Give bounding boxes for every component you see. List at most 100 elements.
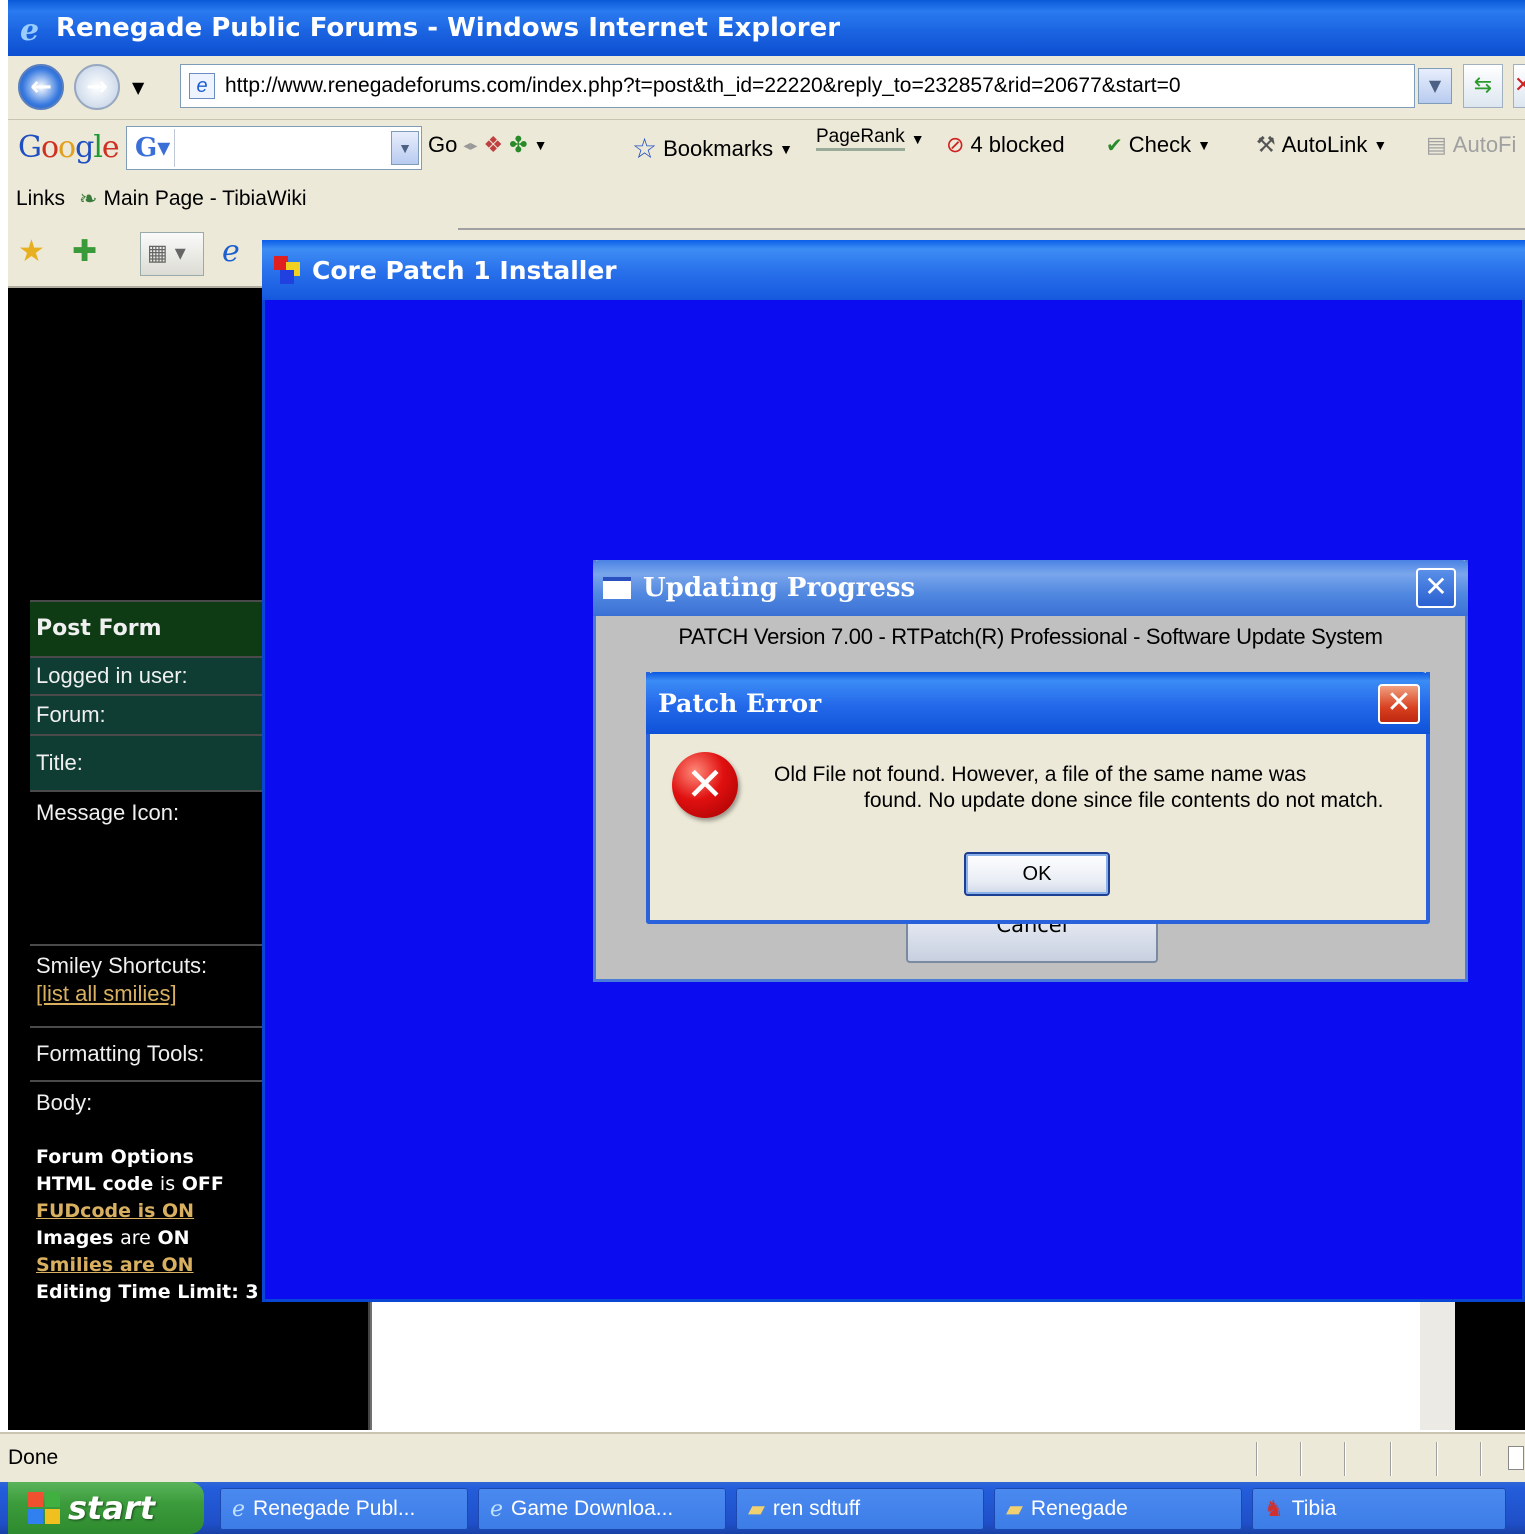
google-g-icon[interactable]: G▾ — [129, 129, 175, 167]
smilies-link[interactable]: Smilies are ON — [36, 1252, 259, 1279]
images-status: Images are ON — [36, 1227, 190, 1249]
forward-button[interactable]: → — [74, 64, 120, 110]
message-body-textarea[interactable] — [370, 1300, 1420, 1430]
textarea-scrollbar[interactable] — [1420, 1300, 1455, 1430]
refresh-button[interactable]: ⇆ — [1463, 64, 1503, 108]
bookmarks-button[interactable]: ☆ Bookmarks ▼ — [632, 132, 793, 165]
updating-close-button[interactable]: ✕ — [1416, 568, 1456, 608]
links-label: Links — [16, 187, 66, 210]
formatting-tools-label: Formatting Tools: — [30, 1026, 262, 1080]
address-dropdown-button[interactable]: ▼ — [1418, 68, 1452, 104]
status-text: Done — [8, 1446, 59, 1469]
address-input[interactable]: e http://www.renegadeforums.com/index.ph… — [180, 64, 1415, 108]
taskbar-item-tibia[interactable]: ♞ Tibia — [1252, 1488, 1506, 1530]
smiley-shortcuts-cell: Smiley Shortcuts: [list all smilies] — [30, 944, 262, 1026]
error-message-line2: found. No update done since file content… — [864, 789, 1384, 812]
taskbar-item-game-downloads[interactable]: e Game Downloa... — [478, 1488, 726, 1530]
installer-title: Core Patch 1 Installer — [312, 255, 617, 285]
updating-progress-title-bar: Updating Progress — [593, 560, 1468, 616]
blocked-label: 4 blocked — [970, 132, 1065, 157]
go-button[interactable]: Go ◂▸ ❖ ✤ ▼ — [428, 132, 547, 158]
html-code-status: HTML code is OFF — [36, 1173, 224, 1195]
google-toolbar: Google G▾ ▼ Go ◂▸ ❖ ✤ ▼ ☆ Bookmarks ▼ Pa… — [8, 120, 1525, 176]
window-title: Renegade Public Forums - Windows Interne… — [56, 13, 841, 43]
patch-error-message: Old File not found. However, a file of t… — [740, 762, 1410, 814]
star-icon: ☆ — [632, 133, 658, 164]
go-label: Go — [428, 132, 458, 157]
start-button[interactable]: start — [8, 1482, 204, 1534]
patch-error-close-button[interactable]: ✕ — [1378, 684, 1420, 724]
stop-button[interactable]: ✕ — [1513, 64, 1525, 108]
autolink-button[interactable]: ⚒ AutoLink ▼ — [1256, 132, 1387, 158]
quick-tabs-button[interactable]: ▦ ▾ — [140, 232, 204, 276]
installer-title-bar: Core Patch 1 Installer — [262, 240, 1525, 300]
error-message-line1: Old File not found. However, a file of t… — [774, 763, 1307, 786]
post-form-header: Post Form — [30, 600, 262, 656]
message-icon-label: Message Icon: — [30, 790, 262, 944]
forum-options: Forum Options HTML code is OFF FUDcode i… — [36, 1144, 259, 1306]
chevron-down-icon: ▼ — [779, 140, 794, 157]
folder-icon: ▰ — [1006, 1496, 1023, 1521]
patch-error-title: Patch Error — [658, 688, 822, 718]
ie-icon: e — [20, 13, 40, 48]
favorites-star-icon[interactable]: ★ — [18, 234, 45, 269]
pagerank-label: PageRank — [816, 126, 905, 151]
window-icon — [603, 577, 631, 599]
chevron-down-icon: ▼ — [1373, 137, 1388, 153]
search-dropdown-button[interactable]: ▼ — [391, 131, 419, 165]
chevron-down-icon: ▼ — [1197, 137, 1211, 153]
page-icon: e — [189, 73, 215, 99]
popup-blocker-button[interactable]: ⊘ 4 blocked — [946, 132, 1065, 158]
puzzle-icon[interactable]: ✤ — [509, 132, 527, 158]
folder-icon: ▰ — [748, 1496, 765, 1521]
history-dropdown-icon[interactable]: ▼ — [132, 78, 144, 97]
updating-progress-title: Updating Progress — [643, 573, 916, 603]
ie-icon: e — [232, 1496, 246, 1522]
editing-time-limit: Editing Time Limit: 3 — [36, 1281, 259, 1303]
taskbar-item-renegade-folder[interactable]: ▰ Renegade — [994, 1488, 1242, 1530]
bookmarks-label: Bookmarks — [663, 135, 774, 161]
wand-icon: ⚒ — [1256, 132, 1276, 157]
autofill-label: AutoFi — [1452, 132, 1517, 157]
wiki-link-icon: ❧ — [79, 186, 98, 211]
ie-icon: e — [490, 1496, 504, 1522]
taskbar-item-renegade-forums[interactable]: e Renegade Publ... — [220, 1488, 468, 1530]
zone-icon — [1508, 1446, 1524, 1470]
autolink-label: AutoLink — [1281, 132, 1368, 157]
list-smilies-link[interactable]: [list all smilies] — [36, 980, 262, 1008]
forum-label: Forum: — [30, 694, 262, 734]
links-item-tibiawiki[interactable]: Main Page - TibiaWiki — [103, 187, 306, 211]
title-label: Title: — [30, 734, 262, 790]
back-button[interactable]: ← — [18, 64, 64, 110]
google-search-input[interactable]: G▾ ▼ — [126, 126, 422, 170]
status-bar: Done — [0, 1432, 1525, 1482]
check-label: Check — [1128, 132, 1192, 157]
spellcheck-icon: ✔ — [1106, 134, 1123, 157]
sidebar-lower — [262, 1300, 370, 1430]
smiley-shortcuts-label: Smiley Shortcuts: — [36, 953, 208, 978]
tab-ie-icon[interactable]: e — [222, 234, 240, 269]
arrows-icon: ◂▸ — [463, 136, 478, 153]
fudcode-link[interactable]: FUDcode is ON — [36, 1198, 259, 1225]
pagerank-button[interactable]: PageRank ▼ — [816, 126, 925, 151]
error-icon: ✕ — [672, 752, 738, 818]
ie-title-bar: e Renegade Public Forums - Windows Inter… — [8, 0, 1525, 56]
windows-flag-icon — [28, 1492, 60, 1524]
autofill-button[interactable]: ▤ AutoFi — [1426, 132, 1516, 158]
forum-options-title: Forum Options — [36, 1146, 194, 1168]
news-icon[interactable]: ❖ — [483, 132, 503, 158]
autofill-icon: ▤ — [1426, 132, 1447, 157]
patch-version-text: PATCH Version 7.00 - RTPatch(R) Professi… — [678, 624, 1383, 649]
installer-logo-icon — [274, 256, 302, 284]
ok-button[interactable]: OK — [964, 852, 1110, 896]
start-label: start — [68, 1489, 156, 1527]
links-bar: Links ❧ Main Page - TibiaWiki — [8, 176, 1525, 222]
google-logo: Google — [18, 130, 120, 165]
url-text: http://www.renegadeforums.com/index.php?… — [225, 74, 1181, 97]
taskbar-item-ren-sdtuff[interactable]: ▰ ren sdtuff — [736, 1488, 984, 1530]
spellcheck-button[interactable]: ✔ Check ▼ — [1106, 132, 1211, 158]
blocked-icon: ⊘ — [946, 132, 965, 157]
add-favorite-icon[interactable]: ✚ — [72, 234, 97, 269]
chevron-down-icon[interactable]: ▼ — [534, 137, 548, 153]
chevron-down-icon: ▼ — [910, 130, 925, 147]
